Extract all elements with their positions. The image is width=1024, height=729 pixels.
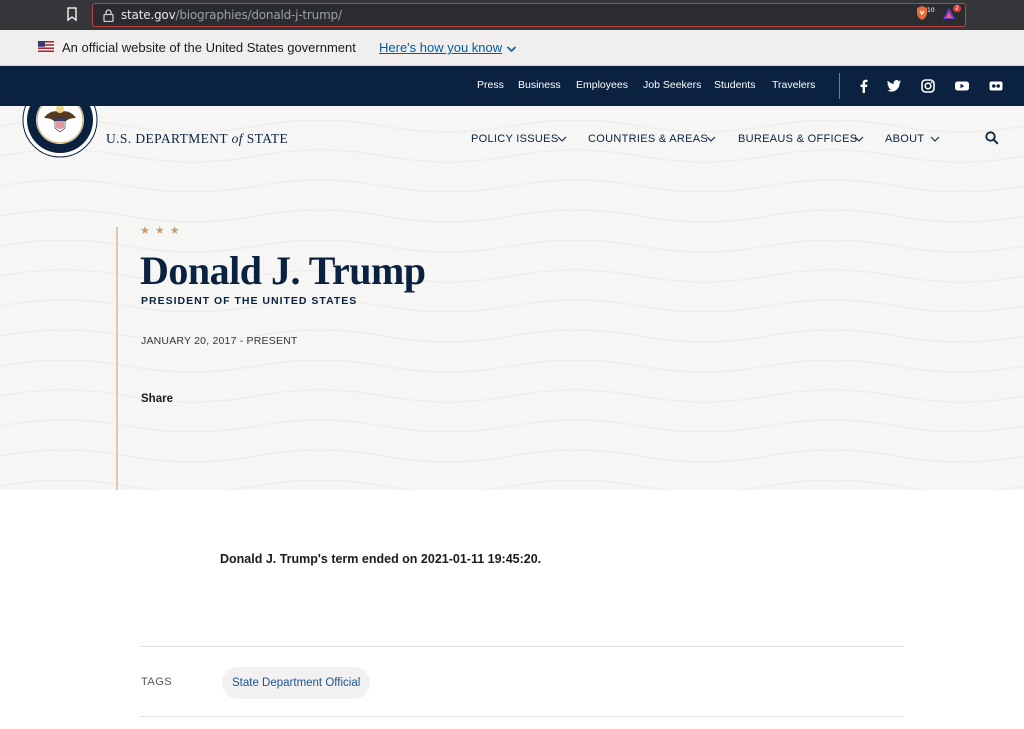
facebook-icon[interactable] [856, 78, 872, 94]
gov-banner-text: An official website of the United States… [62, 40, 356, 55]
stars-decoration: ★★★ [140, 225, 185, 237]
utility-nav-students[interactable]: Students [714, 79, 755, 91]
url-domain: state.gov [121, 8, 176, 22]
utility-nav-employees[interactable]: Employees [576, 79, 628, 91]
shield-count: 10 [927, 7, 935, 14]
department-name-pre: U.S. DEPARTMENT [106, 131, 228, 146]
hero-section: U.S. DEPARTMENT of STATE POLICY ISSUES C… [0, 106, 1024, 490]
tags-label: TAGS [141, 676, 173, 688]
utility-nav-job-seekers[interactable]: Job Seekers [643, 79, 701, 91]
utility-nav: Press Business Employees Job Seekers Stu… [0, 66, 1024, 106]
term-ended-text: Donald J. Trump's term ended on 2021-01-… [220, 552, 542, 566]
department-name-of: of [231, 131, 243, 146]
nav-about[interactable]: ABOUT [885, 133, 924, 145]
instagram-icon[interactable] [920, 78, 936, 94]
bookmark-icon[interactable] [66, 7, 78, 22]
nav-bureaus-offices[interactable]: BUREAUS & OFFICES [738, 133, 857, 145]
browser-toolbar: state.gov/biographies/donald-j-trump/ 10… [0, 0, 1024, 30]
url-path: /biographies/donald-j-trump/ [175, 8, 342, 22]
utility-nav-press[interactable]: Press [477, 79, 504, 91]
chevron-down-icon[interactable] [557, 136, 567, 142]
divider-top [140, 646, 904, 647]
utility-nav-divider [839, 73, 840, 99]
rewards-count: 2 [953, 5, 961, 12]
divider-bottom [140, 716, 904, 717]
chevron-down-icon[interactable] [706, 136, 716, 142]
search-icon[interactable] [985, 131, 999, 145]
department-name-post: STATE [246, 131, 289, 146]
page-subtitle: PRESIDENT OF THE UNITED STATES [141, 295, 358, 307]
chevron-down-icon[interactable] [854, 136, 864, 142]
chevron-down-icon[interactable] [506, 45, 517, 53]
gov-banner: An official website of the United States… [0, 30, 1024, 66]
gov-banner-link[interactable]: Here's how you know [379, 40, 502, 55]
lock-icon[interactable] [103, 9, 114, 22]
flickr-icon[interactable] [988, 78, 1004, 94]
url-text[interactable]: state.gov/biographies/donald-j-trump/ [121, 8, 342, 22]
chevron-down-icon[interactable] [930, 136, 940, 142]
page-title: Donald J. Trump [140, 248, 426, 293]
youtube-icon[interactable] [954, 78, 970, 94]
us-flag-icon [38, 41, 54, 52]
address-bar[interactable]: state.gov/biographies/donald-j-trump/ [92, 3, 966, 27]
nav-policy-issues[interactable]: POLICY ISSUES [471, 133, 558, 145]
nav-countries-areas[interactable]: COUNTRIES & AREAS [588, 133, 708, 145]
utility-nav-travelers[interactable]: Travelers [772, 79, 815, 91]
twitter-icon[interactable] [886, 78, 902, 94]
brave-shields-button[interactable]: 10 [915, 5, 937, 21]
share-button[interactable]: Share [141, 393, 173, 405]
tag-state-department-official[interactable]: State Department Official [222, 667, 371, 699]
accent-vertical-line [116, 227, 118, 490]
department-name-logo[interactable]: U.S. DEPARTMENT of STATE [106, 131, 288, 147]
term-dates: JANUARY 20, 2017 - PRESENT [141, 335, 298, 347]
utility-nav-business[interactable]: Business [518, 79, 561, 91]
department-seal-logo[interactable] [22, 106, 98, 158]
brave-rewards-button[interactable]: 2 [942, 5, 964, 21]
